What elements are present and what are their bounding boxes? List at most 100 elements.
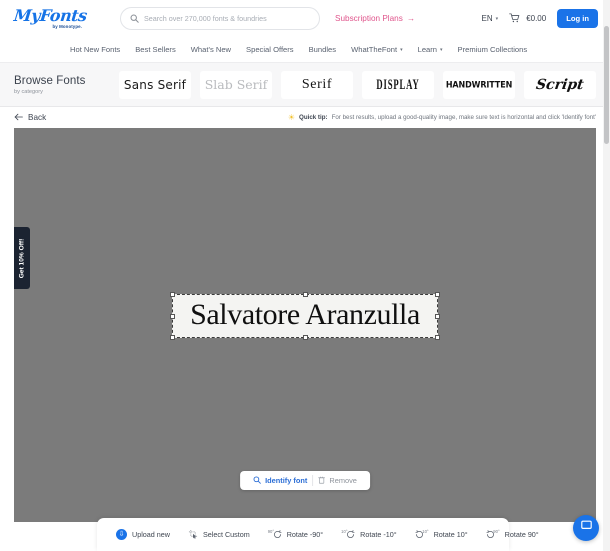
crop-handle-top-left[interactable] — [170, 292, 175, 297]
search-icon — [253, 475, 261, 486]
rotate-cw-icon: 10° — [415, 529, 429, 540]
nav-label: Special Offers — [246, 45, 294, 54]
site-header: MyFonts by Monotype. Subscription Plans … — [0, 0, 610, 37]
crop-handle-bottom-right[interactable] — [435, 335, 440, 340]
chevron-down-icon: ▾ — [495, 15, 499, 22]
category-label: Serif — [301, 76, 333, 92]
rotate-minus-10-button[interactable]: 10° Rotate -10° — [332, 529, 405, 540]
crop-handle-middle-left[interactable] — [170, 313, 175, 319]
nav-item-premium-collections[interactable]: Premium Collections — [458, 45, 528, 54]
remove-label: Remove — [329, 476, 357, 485]
browse-fonts-heading: Browse Fonts by category — [14, 75, 119, 95]
logo-wordmark: MyFonts — [13, 6, 88, 25]
cart-amount: €0.00 — [526, 14, 547, 23]
page-scrollbar[interactable] — [603, 0, 610, 551]
nav-item-learn[interactable]: Learn ▾ — [418, 45, 443, 54]
nav-label: Bundles — [308, 45, 337, 54]
category-card-handwritten[interactable]: HANDWRITTEN — [443, 70, 515, 99]
language-label: EN — [481, 14, 493, 23]
quick-tip-label: Quick tip: — [299, 114, 328, 121]
image-canvas[interactable]: Salvatore Aranzulla Identify font Remove… — [14, 128, 596, 522]
upload-new-label: Upload new — [132, 530, 170, 539]
search-box[interactable] — [120, 7, 320, 30]
category-card-list: Sans Serif Slab Serif Serif DISPLAY HAND… — [119, 70, 596, 99]
uploaded-image[interactable]: Salvatore Aranzulla — [170, 292, 440, 340]
search-input[interactable] — [144, 14, 310, 23]
chat-bubble-icon — [580, 519, 593, 537]
myfonts-logo[interactable]: MyFonts by Monotype. — [13, 4, 88, 34]
browse-fonts-subtitle: by category — [14, 88, 43, 95]
quick-tip-text: For best results, upload a good-quality … — [331, 114, 596, 121]
quick-tip: ☀ Quick tip: For best results, upload a … — [287, 112, 596, 122]
lightbulb-icon: ☀ — [287, 112, 296, 122]
arrow-right-icon: → — [406, 14, 415, 23]
login-button[interactable]: Log in — [557, 9, 598, 28]
rotate-ccw-icon: 90° — [268, 529, 282, 540]
crop-handle-top-right[interactable] — [435, 292, 440, 297]
category-card-sans-serif[interactable]: Sans Serif — [119, 70, 191, 99]
nav-item-hot-new-fonts[interactable]: Hot New Fonts — [70, 45, 120, 54]
nav-item-whatthefont[interactable]: WhatTheFont ▾ — [351, 45, 403, 54]
chevron-down-icon: ▾ — [440, 46, 443, 53]
promo-tab-get-10-off[interactable]: Get 10% Off! — [14, 227, 30, 289]
nav-item-bundles[interactable]: Bundles — [309, 45, 336, 54]
image-tools-toolbar: ⇩ Upload new Select Custom 90° Rotate -9… — [97, 518, 539, 551]
cart-icon — [509, 10, 520, 28]
crop-handle-bottom-center[interactable] — [302, 335, 308, 340]
chat-support-button[interactable] — [573, 515, 599, 541]
category-label: Sans Serif — [123, 77, 187, 92]
upload-circle-icon: ⇩ — [116, 529, 127, 540]
arrow-left-icon — [14, 113, 23, 123]
category-card-display[interactable]: DISPLAY — [362, 70, 434, 99]
crop-handle-top-center[interactable] — [302, 292, 308, 297]
category-card-script[interactable]: Script — [524, 70, 596, 99]
rotate-minus-90-button[interactable]: 90° Rotate -90° — [259, 529, 332, 540]
select-custom-label: Select Custom — [202, 530, 250, 539]
nav-item-best-sellers[interactable]: Best Sellers — [135, 45, 176, 54]
image-action-bar: Identify font Remove — [240, 471, 370, 490]
rotate-plus-90-button[interactable]: 90° Rotate 90° — [477, 529, 548, 540]
crop-handle-bottom-left[interactable] — [170, 335, 175, 340]
nav-item-whats-new[interactable]: What's New — [191, 45, 231, 54]
uploaded-image-text: Salvatore Aranzulla — [190, 298, 420, 331]
category-card-slab-serif[interactable]: Slab Serif — [200, 70, 272, 99]
nav-label: What's New — [190, 45, 232, 54]
upload-new-button[interactable]: ⇩ Upload new — [107, 529, 179, 540]
nav-label: WhatTheFont — [351, 45, 398, 54]
rotate-degree-label: 10° — [422, 529, 429, 534]
nav-item-special-offers[interactable]: Special Offers — [246, 45, 294, 54]
select-custom-button[interactable]: Select Custom — [179, 529, 259, 541]
nav-label: Learn — [417, 45, 438, 54]
crop-handle-middle-right[interactable] — [435, 313, 440, 319]
rotate-plus-10-button[interactable]: 10° Rotate 10° — [406, 529, 477, 540]
category-label: DISPLAY — [376, 75, 420, 93]
back-label: Back — [28, 113, 47, 122]
cart-button[interactable]: €0.00 — [509, 10, 546, 28]
crop-cursor-icon — [188, 529, 198, 541]
rotate-label: Rotate -90° — [286, 530, 324, 539]
subscription-plans-link[interactable]: Subscription Plans → — [335, 14, 415, 23]
category-label: HANDWRITTEN — [445, 79, 513, 90]
tip-bar: Back ☀ Quick tip: For best results, uplo… — [0, 107, 610, 128]
rotate-label: Rotate 90° — [504, 530, 539, 539]
nav-label: Best Sellers — [135, 45, 176, 54]
back-button[interactable]: Back — [14, 113, 46, 123]
subscription-plans-label: Subscription Plans — [335, 14, 403, 23]
browse-fonts-bar: Browse Fonts by category Sans Serif Slab… — [0, 63, 610, 107]
scrollbar-thumb[interactable] — [604, 26, 609, 144]
rotate-label: Rotate 10° — [433, 530, 468, 539]
category-card-serif[interactable]: Serif — [281, 70, 353, 99]
chevron-down-icon: ▾ — [400, 46, 403, 53]
crop-selection[interactable]: Salvatore Aranzulla — [170, 292, 440, 340]
trash-icon — [318, 476, 326, 486]
remove-image-button[interactable]: Remove — [313, 476, 362, 486]
identify-font-button[interactable]: Identify font — [248, 475, 312, 486]
category-label: Script — [535, 76, 585, 93]
nav-label: Premium Collections — [457, 45, 528, 54]
browse-fonts-title: Browse Fonts — [14, 74, 86, 87]
rotate-label: Rotate -10° — [360, 530, 397, 539]
header-actions: EN ▾ €0.00 Log in — [482, 9, 598, 28]
rotate-degree-label: 90° — [493, 529, 500, 534]
language-selector[interactable]: EN ▾ — [482, 14, 499, 23]
main-navigation: Hot New Fonts Best Sellers What's New Sp… — [0, 37, 610, 63]
